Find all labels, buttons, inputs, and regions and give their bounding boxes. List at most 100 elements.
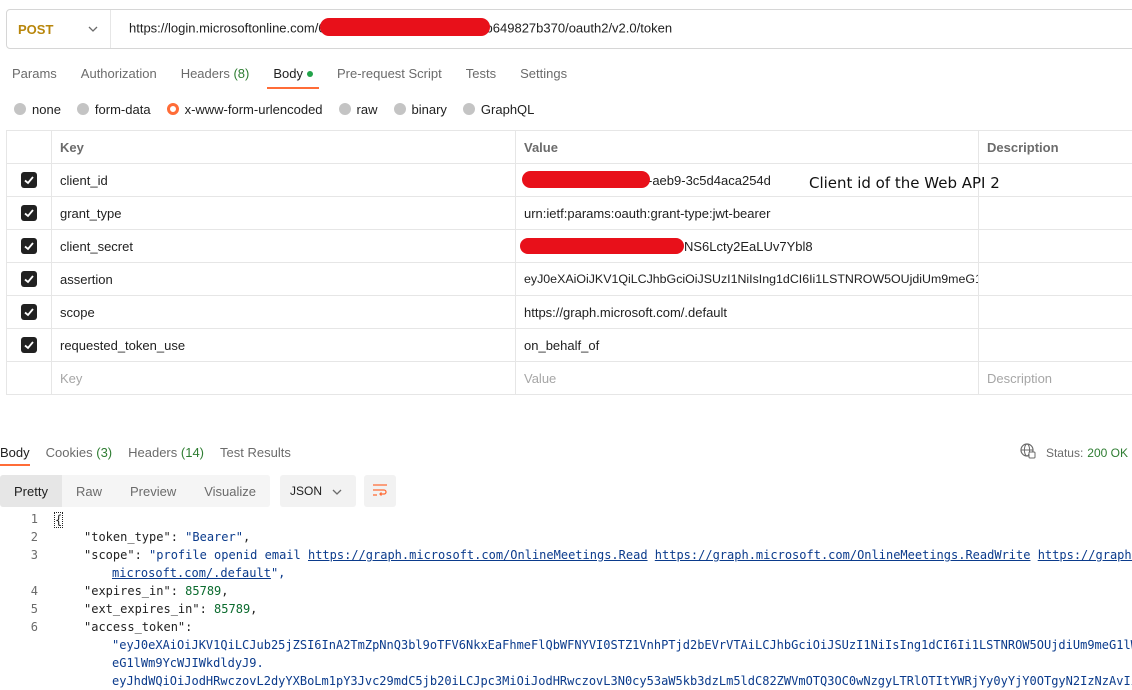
header-key: Key xyxy=(52,131,516,163)
view-pretty-button[interactable]: Pretty xyxy=(0,475,62,507)
radio-binary[interactable]: binary xyxy=(393,102,447,117)
code-expires-in: "expires_in": 85789, xyxy=(84,584,229,598)
description-placeholder[interactable]: Description xyxy=(979,362,1132,394)
tab-pre-request-script-label: Pre-request Script xyxy=(336,66,442,81)
row-checkbox[interactable] xyxy=(6,197,52,229)
tab-tests-label: Tests xyxy=(465,66,497,81)
value-placeholder[interactable]: Value xyxy=(516,362,979,394)
chevron-down-icon xyxy=(332,484,342,498)
wrap-lines-icon xyxy=(372,483,388,500)
json-key: "ext_expires_in" xyxy=(84,602,200,616)
url-suffix: b649827b370/oauth2/v2.0/token xyxy=(485,20,673,36)
row-description[interactable] xyxy=(979,164,1132,196)
scope-link-3[interactable]: https://graph. xyxy=(1038,548,1132,562)
status-label: Status: xyxy=(1045,445,1084,460)
checkmark-icon xyxy=(21,337,37,353)
annotation-text: Client id of the Web API 2 xyxy=(809,174,1000,192)
radio-none-label: none xyxy=(32,101,61,117)
url-bar: POST https://login.microsoftonline.com/6… xyxy=(6,9,1132,49)
radio-raw[interactable]: raw xyxy=(338,102,378,117)
tab-headers-label: Headers xyxy=(180,66,230,81)
response-tab-cookies[interactable]: Cookies (3) xyxy=(46,441,112,464)
response-tab-headers[interactable]: Headers (14) xyxy=(128,441,204,464)
row-value[interactable]: urn:ietf:params:oauth:grant-type:jwt-bea… xyxy=(516,197,979,229)
row-description[interactable] xyxy=(979,296,1132,328)
line-number: 1 xyxy=(30,512,38,526)
format-label: JSON xyxy=(290,484,323,498)
tab-settings[interactable]: Settings xyxy=(514,60,573,89)
row-value[interactable]: https://graph.microsoft.com/.default xyxy=(516,296,979,328)
response-tab-test-results-label: Test Results xyxy=(220,444,291,460)
key-placeholder[interactable]: Key xyxy=(52,362,516,394)
row-checkbox[interactable] xyxy=(6,230,52,262)
response-tab-test-results[interactable]: Test Results xyxy=(220,441,291,464)
globe-icon[interactable] xyxy=(1020,443,1036,462)
scope-link-2[interactable]: https://graph.microsoft.com/OnlineMeetin… xyxy=(655,548,1031,562)
chevron-down-icon xyxy=(84,20,102,38)
response-tab-cookies-label: Cookies xyxy=(45,444,93,460)
json-number: 85789 xyxy=(185,584,222,598)
radio-graphql-label: GraphQL xyxy=(480,101,535,117)
row-value[interactable]: eyJ0eXAiOiJKV1QiLCJhbGciOiJSUzI1NiIsIng1… xyxy=(516,263,979,295)
json-key: "scope" xyxy=(84,548,135,562)
json-string-end: ", xyxy=(270,566,286,580)
row-value-text: -aeb9-3c5d4aca254d xyxy=(648,172,771,188)
row-description[interactable] xyxy=(979,230,1132,262)
row-checkbox[interactable] xyxy=(6,329,52,361)
line-number: 2 xyxy=(30,530,38,544)
scope-link-3-cont[interactable]: microsoft.com/.default xyxy=(112,566,271,580)
radio-selected-icon xyxy=(166,103,179,115)
tab-pre-request-script[interactable]: Pre-request Script xyxy=(331,60,448,89)
row-checkbox[interactable] xyxy=(6,296,52,328)
response-tab-body[interactable]: Body xyxy=(0,441,30,466)
modified-dot-icon xyxy=(306,70,313,77)
row-checkbox[interactable] xyxy=(6,263,52,295)
checkmark-icon xyxy=(21,172,37,188)
url-input[interactable]: https://login.microsoftonline.com/6 b6498… xyxy=(111,18,673,38)
placeholder-check-cell xyxy=(6,362,52,394)
header-check-cell xyxy=(6,131,52,163)
row-description[interactable] xyxy=(979,329,1132,361)
table-row: assertion eyJ0eXAiOiJKV1QiLCJhbGciOiJSUz… xyxy=(6,263,1132,296)
radio-form-data[interactable]: form-data xyxy=(76,102,151,117)
row-description[interactable] xyxy=(979,263,1132,295)
view-preview-button[interactable]: Preview xyxy=(115,475,191,507)
row-description[interactable] xyxy=(979,197,1132,229)
response-tab-headers-count: (14) xyxy=(180,444,205,460)
tab-params[interactable]: Params xyxy=(6,60,63,89)
value-redaction xyxy=(522,171,650,188)
row-value[interactable]: NS6Lcty2EaLUv7Ybl8 xyxy=(516,230,979,262)
wrap-lines-button[interactable] xyxy=(364,475,397,507)
response-status: Status: 200 OK xyxy=(1020,443,1128,462)
value-redaction xyxy=(520,238,684,254)
row-key[interactable]: grant_type xyxy=(52,197,516,229)
view-visualize-button[interactable]: Visualize xyxy=(190,475,271,507)
row-checkbox[interactable] xyxy=(6,164,52,196)
response-view-bar: Pretty Raw Preview Visualize JSON xyxy=(0,475,397,507)
json-key: "expires_in" xyxy=(84,584,171,598)
brace-text: { xyxy=(54,512,64,528)
scope-link-1[interactable]: https://graph.microsoft.com/OnlineMeetin… xyxy=(308,548,648,562)
url-prefix: https://login.microsoftonline.com/6 xyxy=(129,20,326,36)
response-tab-cookies-count: (3) xyxy=(96,444,113,460)
method-select[interactable]: POST xyxy=(7,10,111,48)
tab-body[interactable]: Body xyxy=(267,60,319,89)
access-token-line-2: eG1lWm9YcWJIWkdldyJ9. xyxy=(112,656,264,670)
status-value: 200 OK xyxy=(1087,445,1128,460)
row-key[interactable]: client_secret xyxy=(52,230,516,262)
radio-x-www-form-urlencoded[interactable]: x-www-form-urlencoded xyxy=(166,102,323,117)
row-key[interactable]: scope xyxy=(52,296,516,328)
row-key[interactable]: client_id xyxy=(52,164,516,196)
radio-none[interactable]: none xyxy=(14,102,61,117)
view-raw-button[interactable]: Raw xyxy=(61,475,116,507)
tab-authorization[interactable]: Authorization xyxy=(75,60,163,89)
row-value[interactable]: on_behalf_of xyxy=(516,329,979,361)
row-key[interactable]: assertion xyxy=(52,263,516,295)
tab-headers[interactable]: Headers (8) xyxy=(175,60,256,89)
code-access-token: "access_token": xyxy=(84,620,193,634)
format-select[interactable]: JSON xyxy=(280,475,357,507)
line-number: 3 xyxy=(30,548,38,562)
radio-graphql[interactable]: GraphQL xyxy=(462,101,535,117)
tab-tests[interactable]: Tests xyxy=(460,60,502,89)
row-key[interactable]: requested_token_use xyxy=(52,329,516,361)
